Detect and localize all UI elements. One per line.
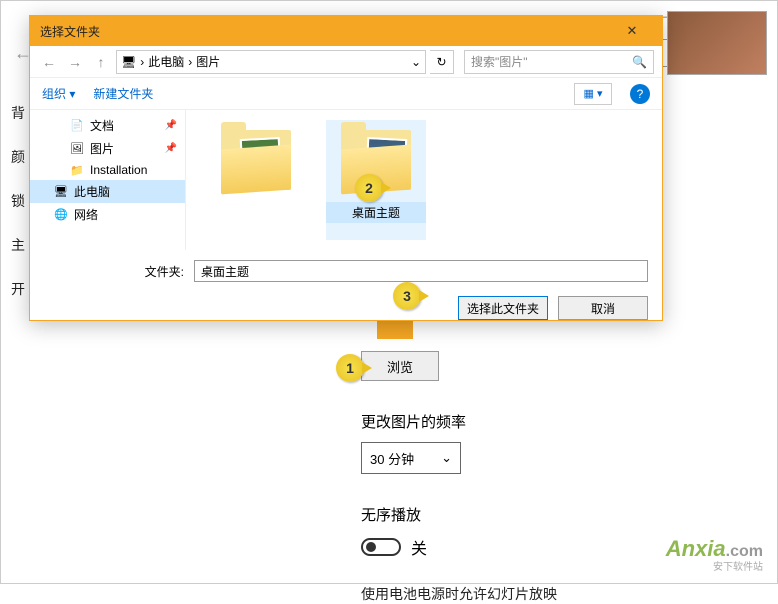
folder-icon: 🖼 xyxy=(70,142,84,156)
folder-picker-dialog: 选择文件夹 ✕ ← → ↑ 🖥 › 此电脑 › 图片 ⌄ ↻ 搜索"图片" 🔍 … xyxy=(29,15,663,321)
battery-slideshow-label: 使用电池电源时允许幻灯片放映 xyxy=(361,584,757,604)
network-icon: 🌐 xyxy=(54,208,68,222)
folder-icon: 📁 xyxy=(70,163,84,177)
frequency-label: 更改图片的频率 xyxy=(361,411,757,432)
tree-item-docs[interactable]: 📄 文档 📌 xyxy=(30,114,185,137)
cancel-button[interactable]: 取消 xyxy=(558,296,648,320)
nav-forward-icon: → xyxy=(64,51,86,73)
folder-name-input[interactable] xyxy=(194,260,648,282)
view-mode-button[interactable]: ▦ ▾ xyxy=(574,83,612,105)
folder-tree: 📄 文档 📌 🖼 图片 📌 📁 Installation 🖥 此电脑 🌐 网络 xyxy=(30,110,186,250)
folder-item[interactable] xyxy=(206,120,306,240)
dialog-address-row: ← → ↑ 🖥 › 此电脑 › 图片 ⌄ ↻ 搜索"图片" 🔍 xyxy=(30,46,662,78)
search-icon: 🔍 xyxy=(632,55,647,69)
tree-label: 文档 xyxy=(90,117,114,134)
chevron-down-icon: ⌄ xyxy=(441,450,452,466)
folder-search-input[interactable]: 搜索"图片" 🔍 xyxy=(464,50,654,74)
tree-label: Installation xyxy=(90,163,147,177)
new-folder-button[interactable]: 新建文件夹 xyxy=(93,85,153,102)
tree-label: 此电脑 xyxy=(74,183,110,200)
folder-name xyxy=(206,202,306,206)
breadcrumb-sep: › xyxy=(188,55,192,69)
dialog-body: 📄 文档 📌 🖼 图片 📌 📁 Installation 🖥 此电脑 🌐 网络 xyxy=(30,110,662,250)
pin-icon: 📌 xyxy=(165,143,177,154)
annotation-3: 3 xyxy=(393,282,421,310)
pc-icon: 🖥 xyxy=(121,55,136,69)
file-field-label: 文件夹: xyxy=(44,263,184,280)
organize-menu[interactable]: 组织 ▾ xyxy=(42,85,75,102)
folder-name: 桌面主题 xyxy=(326,202,426,223)
frequency-select[interactable]: 30 分钟 ⌄ xyxy=(361,442,461,474)
dialog-toolbar: 组织 ▾ 新建文件夹 ▦ ▾ ? xyxy=(30,78,662,110)
shuffle-state: 关 xyxy=(411,535,427,559)
chevron-down-icon[interactable]: ⌄ xyxy=(411,55,421,69)
pc-icon: 🖥 xyxy=(54,185,68,199)
dialog-titlebar: 选择文件夹 ✕ xyxy=(30,16,662,46)
pin-icon: 📌 xyxy=(165,120,177,131)
nav-up-icon[interactable]: ↑ xyxy=(90,51,112,73)
tree-item-install[interactable]: 📁 Installation xyxy=(30,160,185,180)
breadcrumb-sep: › xyxy=(140,55,144,69)
tree-item-pics[interactable]: 🖼 图片 📌 xyxy=(30,137,185,160)
browse-button[interactable]: 浏览 xyxy=(361,351,439,381)
folder-thumb xyxy=(211,120,301,200)
select-folder-button[interactable]: 选择此文件夹 xyxy=(458,296,548,320)
tree-label: 网络 xyxy=(74,206,98,223)
dialog-title: 选择文件夹 xyxy=(40,23,612,40)
address-bar[interactable]: 🖥 › 此电脑 › 图片 ⌄ xyxy=(116,50,426,74)
dialog-close-button[interactable]: ✕ xyxy=(612,16,652,46)
watermark: Anxia.com 安下软件站 xyxy=(666,536,763,573)
annotation-2: 2 xyxy=(355,174,383,202)
search-placeholder: 搜索"图片" xyxy=(471,53,528,70)
folder-content: 桌面主题 xyxy=(186,110,662,250)
tree-item-network[interactable]: 🌐 网络 xyxy=(30,203,185,226)
shuffle-label: 无序播放 xyxy=(361,504,757,525)
help-button[interactable]: ? xyxy=(630,84,650,104)
dialog-footer: 文件夹: 选择此文件夹 取消 xyxy=(30,250,662,330)
breadcrumb-folder[interactable]: 图片 xyxy=(196,53,220,70)
tree-item-thispc[interactable]: 🖥 此电脑 xyxy=(30,180,185,203)
frequency-value: 30 分钟 xyxy=(370,449,414,468)
tree-label: 图片 xyxy=(90,140,114,157)
annotation-1: 1 xyxy=(336,354,364,382)
breadcrumb-pc[interactable]: 此电脑 xyxy=(148,53,184,70)
refresh-button[interactable]: ↻ xyxy=(430,50,454,74)
shuffle-toggle[interactable] xyxy=(361,538,401,556)
background-preview xyxy=(667,11,767,75)
nav-back-icon[interactable]: ← xyxy=(38,51,60,73)
folder-icon: 📄 xyxy=(70,119,84,133)
